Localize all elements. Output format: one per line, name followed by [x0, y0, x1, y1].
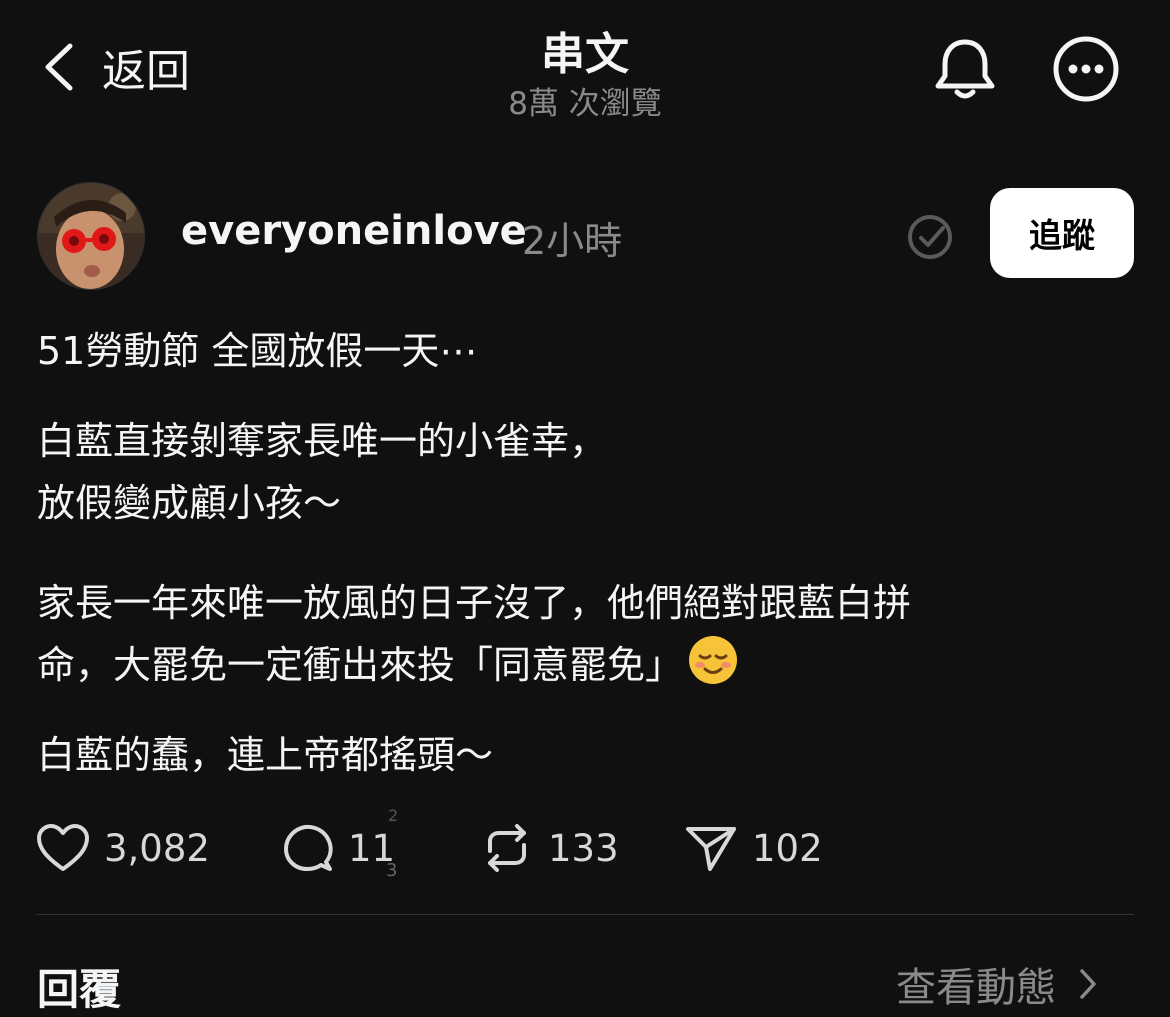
notification-button[interactable]: [930, 34, 1000, 104]
heart-icon: [37, 824, 89, 871]
overlay-artifact-digit: 3: [386, 860, 398, 881]
post-line: 家長一年來唯一放風的日子沒了，他們絕對跟藍白拼: [37, 581, 912, 625]
post-line: 白藍直接剝奪家長唯一的小雀幸，: [37, 419, 608, 463]
repost-count: 133: [548, 826, 619, 870]
post-paragraph-2: 白藍直接剝奪家長唯一的小雀幸， 放假變成顧小孩～: [37, 410, 607, 534]
post-line-text: 命，大罷免一定衝出來投「同意罷免」: [37, 643, 684, 687]
comment-icon: [284, 824, 333, 871]
post-paragraph-1: 51勞動節 全國放假一天⋯: [37, 320, 477, 382]
post-paragraph-3: 家長一年來唯一放風的日子沒了，他們絕對跟藍白拼 命，大罷免一定衝出來投「同意罷免…: [37, 572, 911, 696]
replies-heading: 回覆: [37, 965, 122, 1014]
chevron-right-icon: [1080, 969, 1096, 999]
view-activity-label: 查看動態: [896, 965, 1056, 1011]
post-line: 放假變成顧小孩～: [37, 481, 342, 525]
avatar[interactable]: [37, 182, 145, 290]
repost-button[interactable]: 133: [480, 818, 619, 878]
post-line: 白藍的蠢，連上帝都搖頭～: [37, 733, 494, 777]
badge-check-icon: [905, 212, 955, 262]
post-line-with-emoji: 命，大罷免一定衝出來投「同意罷免」: [37, 634, 911, 696]
bell-icon: [935, 39, 995, 99]
smiling-face-icon: [689, 636, 738, 684]
username[interactable]: everyoneinlove: [181, 208, 527, 254]
share-count: 102: [752, 826, 823, 870]
like-button[interactable]: 3,082: [36, 818, 210, 878]
more-options-button[interactable]: [1051, 34, 1121, 104]
follow-button[interactable]: 追蹤: [990, 188, 1134, 278]
more-options-icon: [1053, 36, 1119, 102]
post-line: 51勞動節 全國放假一天⋯: [37, 329, 478, 373]
view-activity-link[interactable]: 查看動態: [896, 954, 1098, 1014]
repost-icon: [488, 824, 526, 872]
post-paragraph-4: 白藍的蠢，連上帝都搖頭～: [37, 724, 493, 786]
send-icon: [686, 827, 736, 871]
like-count: 3,082: [104, 826, 210, 870]
comment-button[interactable]: 11: [282, 818, 395, 878]
post-time: 2小時: [522, 219, 623, 263]
divider: [36, 914, 1134, 915]
overlay-artifact-digit: 2: [388, 806, 399, 825]
share-button[interactable]: 102: [684, 818, 823, 878]
